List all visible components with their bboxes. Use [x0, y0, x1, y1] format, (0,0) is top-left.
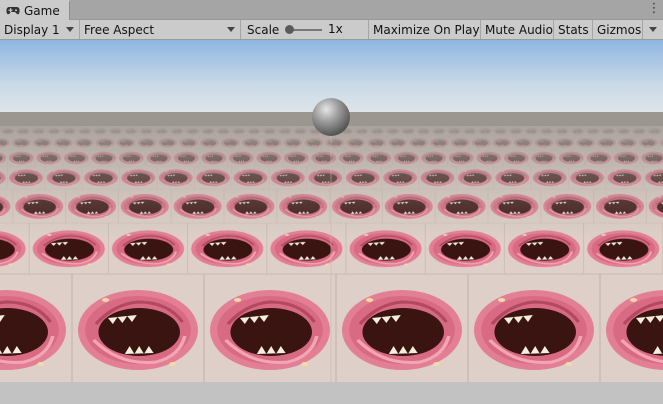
mute-audio-label: Mute Audio	[485, 22, 553, 37]
gizmos-dropdown[interactable]	[643, 20, 663, 39]
game-viewport[interactable]	[0, 40, 663, 382]
chevron-down-icon	[227, 27, 235, 32]
bottom-border	[0, 382, 663, 404]
maximize-on-play-toggle[interactable]: Maximize On Play	[369, 20, 481, 39]
game-render	[0, 40, 663, 382]
tab-title: Game	[24, 4, 60, 18]
scale-slider-handle[interactable]	[285, 25, 294, 34]
sphere-object	[312, 98, 350, 136]
window-tab-bar: Game ⋮	[0, 0, 663, 20]
chevron-down-icon	[66, 27, 74, 32]
scale-value: 1x	[328, 22, 343, 36]
scale-label: Scale	[247, 22, 280, 37]
stats-label: Stats	[558, 22, 589, 37]
tiled-floor	[0, 126, 663, 382]
gizmos-label: Gizmos	[597, 22, 642, 37]
chevron-down-icon	[649, 27, 657, 32]
tab-game[interactable]: Game	[0, 0, 70, 20]
maximize-on-play-label: Maximize On Play	[373, 22, 480, 37]
game-view-toolbar: Display 1 Free Aspect Scale 1x Maximize …	[0, 20, 663, 40]
display-label: Display 1	[4, 22, 60, 37]
aspect-label: Free Aspect	[84, 22, 155, 37]
stats-toggle[interactable]: Stats	[554, 20, 593, 39]
gizmos-toggle[interactable]: Gizmos	[593, 20, 643, 39]
mute-audio-toggle[interactable]: Mute Audio	[481, 20, 554, 39]
display-dropdown[interactable]: Display 1	[0, 20, 80, 39]
kebab-menu-icon[interactable]: ⋮	[647, 1, 661, 17]
aspect-dropdown[interactable]: Free Aspect	[80, 20, 241, 39]
gamepad-icon	[6, 7, 20, 15]
